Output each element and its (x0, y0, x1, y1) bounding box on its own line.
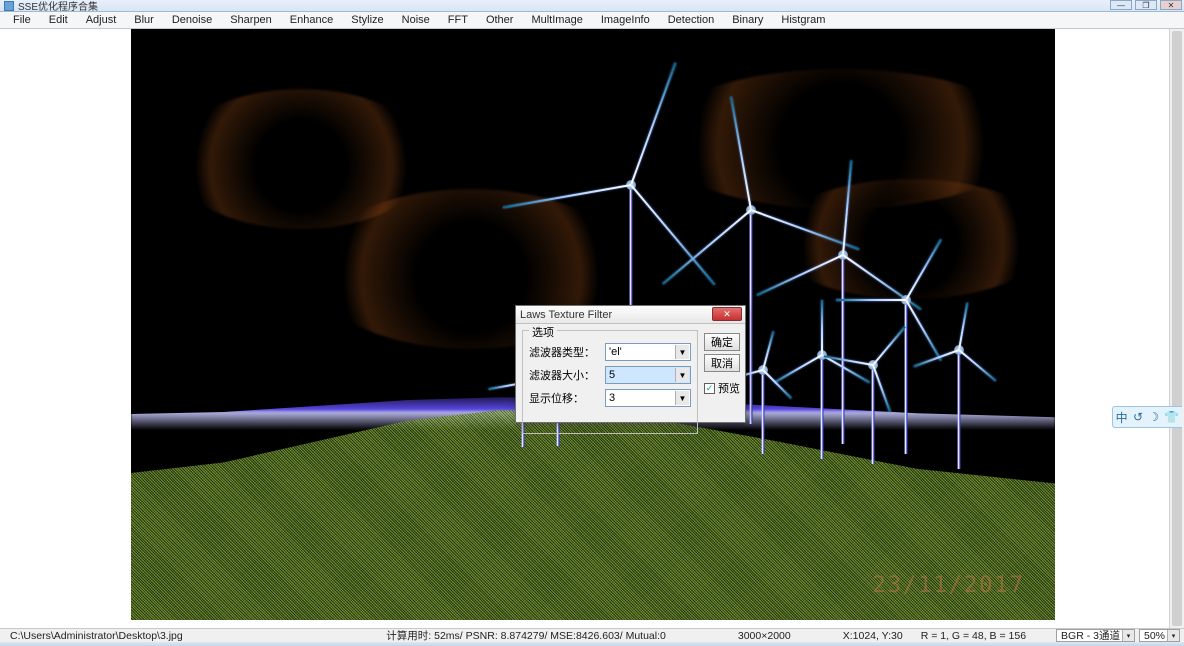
laws-texture-dialog: Laws Texture Filter ✕ 选项 滤波器类型： 'el' ▼ 滤… (515, 305, 746, 423)
menu-adjust[interactable]: Adjust (77, 13, 126, 27)
status-mutual: Mutual:0 (626, 630, 666, 642)
status-dims: 3000×2000 (732, 630, 797, 642)
app-icon (4, 1, 14, 11)
status-mse: MSE:8426.603/ (550, 630, 622, 642)
status-mode-combo[interactable]: BGR - 3通道 ▾ (1056, 629, 1135, 642)
status-mode-value: BGR - 3通道 (1061, 628, 1120, 643)
image-watermark: 23/11/2017 (873, 573, 1025, 598)
display-shift-label: 显示位移： (529, 390, 605, 406)
menu-denoise[interactable]: Denoise (163, 13, 221, 27)
workspace: 23/11/2017 Laws Texture Filter ✕ 选项 滤波器类… (0, 29, 1184, 628)
chevron-down-icon: ▼ (675, 345, 689, 359)
canvas-area[interactable]: 23/11/2017 Laws Texture Filter ✕ 选项 滤波器类… (0, 29, 1169, 628)
filter-type-combo[interactable]: 'el' ▼ (605, 343, 691, 361)
group-label: 选项 (529, 324, 557, 340)
preview-label: 预览 (718, 380, 740, 396)
status-psnr: PSNR: 8.874279/ (466, 630, 548, 642)
menu-fft[interactable]: FFT (439, 13, 477, 27)
image-turbine (956, 354, 961, 469)
chevron-down-icon: ▼ (675, 368, 689, 382)
image-turbine (819, 359, 824, 459)
menu-other[interactable]: Other (477, 13, 523, 27)
scroll-thumb[interactable] (1172, 31, 1182, 626)
dialog-options-group: 选项 滤波器类型： 'el' ▼ 滤波器大小： 5 ▼ (522, 330, 698, 434)
display-shift-value: 3 (609, 392, 615, 404)
window-title: SSE优化程序合集 (18, 0, 98, 13)
ime-moon-icon[interactable]: ☽ (1148, 410, 1159, 424)
dialog-close-button[interactable]: ✕ (712, 307, 742, 321)
chevron-down-icon: ▾ (1167, 630, 1179, 641)
status-pixel: R = 1, G = 48, B = 156 (915, 630, 1032, 642)
menu-detection[interactable]: Detection (659, 13, 723, 27)
menu-file[interactable]: File (4, 13, 40, 27)
image-turbine (761, 374, 765, 454)
menu-multimage[interactable]: MultImage (522, 13, 591, 27)
vertical-scrollbar[interactable] (1169, 29, 1184, 628)
ok-button[interactable]: 确定 (704, 333, 740, 351)
status-timing: 计算用时: 52ms/ (386, 630, 462, 642)
chevron-down-icon: ▼ (675, 391, 689, 405)
status-path: C:\Users\Administrator\Desktop\3.jpg (4, 630, 304, 642)
ime-skin-icon[interactable]: 👕 (1164, 410, 1179, 424)
preview-checkbox[interactable]: ✓ 预览 (704, 380, 740, 396)
minimize-button[interactable]: — (1110, 0, 1132, 10)
ime-toolbar[interactable]: 中 ↺ ☽ 👕 (1112, 406, 1182, 428)
menu-imageinfo[interactable]: ImageInfo (592, 13, 659, 27)
filter-type-value: 'el' (609, 346, 622, 358)
dialog-titlebar[interactable]: Laws Texture Filter ✕ (516, 306, 745, 324)
menu-binary[interactable]: Binary (723, 13, 772, 27)
menu-histgram[interactable]: Histgram (772, 13, 834, 27)
image-turbine (839, 259, 847, 444)
menu-edit[interactable]: Edit (40, 13, 77, 27)
ime-char-icon[interactable]: 中 (1116, 409, 1128, 426)
dialog-title: Laws Texture Filter (520, 309, 612, 321)
statusbar: C:\Users\Administrator\Desktop\3.jpg 计算用… (0, 628, 1184, 642)
cancel-button[interactable]: 取消 (704, 354, 740, 372)
display-shift-combo[interactable]: 3 ▼ (605, 389, 691, 407)
status-cursor: X:1024, Y:30 (837, 630, 909, 642)
os-taskbar (0, 642, 1184, 646)
filter-size-value: 5 (609, 369, 615, 381)
ime-sync-icon[interactable]: ↺ (1133, 410, 1143, 424)
menu-noise[interactable]: Noise (393, 13, 439, 27)
filter-size-combo[interactable]: 5 ▼ (605, 366, 691, 384)
checkbox-icon: ✓ (704, 383, 715, 394)
image-cloud (771, 179, 1051, 299)
window-controls: — ❐ ✕ (1110, 0, 1182, 10)
maximize-button[interactable]: ❐ (1135, 0, 1157, 10)
status-zoom-value: 50% (1144, 630, 1165, 642)
menubar: File Edit Adjust Blur Denoise Sharpen En… (0, 12, 1184, 29)
menu-blur[interactable]: Blur (125, 13, 163, 27)
close-button[interactable]: ✕ (1160, 0, 1182, 10)
status-zoom-combo[interactable]: 50% ▾ (1139, 629, 1180, 642)
titlebar: SSE优化程序合集 — ❐ ✕ (0, 0, 1184, 12)
filter-type-label: 滤波器类型： (529, 344, 605, 360)
filter-size-label: 滤波器大小： (529, 367, 605, 383)
image-turbine (871, 369, 875, 464)
menu-enhance[interactable]: Enhance (281, 13, 342, 27)
chevron-down-icon: ▾ (1122, 630, 1134, 641)
menu-sharpen[interactable]: Sharpen (221, 13, 281, 27)
image-turbine (746, 214, 756, 424)
menu-stylize[interactable]: Stylize (342, 13, 392, 27)
